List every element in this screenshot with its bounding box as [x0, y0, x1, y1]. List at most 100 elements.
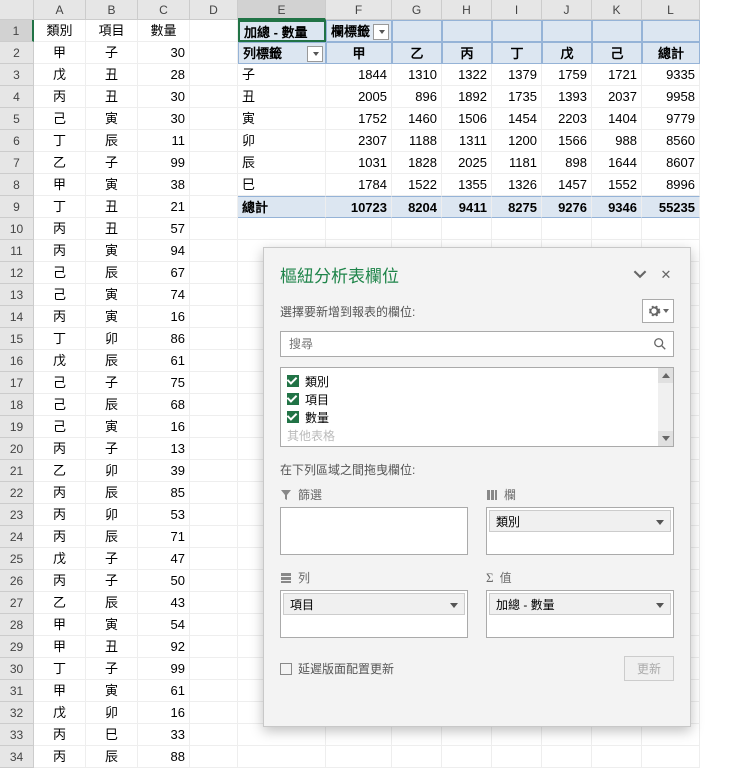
- field-item[interactable]: 項目: [283, 390, 671, 408]
- col-header-a[interactable]: A: [34, 0, 86, 20]
- col-header-d[interactable]: D: [190, 0, 238, 20]
- cell[interactable]: 甲: [34, 680, 86, 702]
- row-header[interactable]: 19: [0, 416, 34, 438]
- pivot-value[interactable]: 1566: [542, 130, 592, 152]
- cell[interactable]: 卯: [86, 328, 138, 350]
- scrollbar[interactable]: [658, 368, 673, 446]
- pivot-grand-total-label[interactable]: 總計: [238, 196, 326, 218]
- pivot-value[interactable]: 1200: [492, 130, 542, 152]
- pivot-col-header[interactable]: 甲: [326, 42, 392, 64]
- pivot-row-key[interactable]: 巳: [238, 174, 326, 196]
- cell[interactable]: 丙: [34, 504, 86, 526]
- cell[interactable]: 子: [86, 658, 138, 680]
- cell[interactable]: 16: [138, 306, 190, 328]
- cell[interactable]: 16: [138, 416, 190, 438]
- cell[interactable]: 94: [138, 240, 190, 262]
- cell[interactable]: [190, 240, 238, 262]
- column-field-item[interactable]: 類別: [489, 510, 671, 532]
- pivot-value[interactable]: 1522: [392, 174, 442, 196]
- cell[interactable]: 丙: [34, 746, 86, 768]
- pivot-value[interactable]: 1379: [492, 64, 542, 86]
- cell[interactable]: 85: [138, 482, 190, 504]
- pivot-grand-total[interactable]: 9411: [442, 196, 492, 218]
- cell[interactable]: 丑: [86, 636, 138, 658]
- cell[interactable]: 71: [138, 526, 190, 548]
- col-header-f[interactable]: F: [326, 0, 392, 20]
- pivot-row-label-dropdown[interactable]: 列標籤: [238, 42, 326, 64]
- pivot-row-total[interactable]: 9958: [642, 86, 700, 108]
- pivot-value[interactable]: 2203: [542, 108, 592, 130]
- row-header[interactable]: 18: [0, 394, 34, 416]
- cell[interactable]: [238, 724, 326, 746]
- cell[interactable]: [190, 460, 238, 482]
- pivot-value[interactable]: 1188: [392, 130, 442, 152]
- cell[interactable]: [190, 592, 238, 614]
- col-header-j[interactable]: J: [542, 0, 592, 20]
- cell[interactable]: 38: [138, 174, 190, 196]
- pivot-value[interactable]: 1326: [492, 174, 542, 196]
- field-item-more[interactable]: 其他表格: [283, 426, 671, 444]
- cell[interactable]: 戊: [34, 702, 86, 724]
- row-header[interactable]: 26: [0, 570, 34, 592]
- search-box[interactable]: [280, 331, 674, 357]
- cell[interactable]: [592, 20, 642, 42]
- pivot-value[interactable]: 2005: [326, 86, 392, 108]
- cell[interactable]: [190, 130, 238, 152]
- value-field-item[interactable]: 加總 - 數量: [489, 593, 671, 615]
- cell[interactable]: 子: [86, 42, 138, 64]
- cell[interactable]: [642, 724, 700, 746]
- cell[interactable]: 丑: [86, 64, 138, 86]
- pivot-value[interactable]: 898: [542, 152, 592, 174]
- cell[interactable]: 丙: [34, 526, 86, 548]
- cell[interactable]: 乙: [34, 592, 86, 614]
- cell[interactable]: [190, 658, 238, 680]
- pivot-row-total[interactable]: 8996: [642, 174, 700, 196]
- cell[interactable]: 寅: [86, 614, 138, 636]
- cell[interactable]: [190, 350, 238, 372]
- cell[interactable]: 辰: [86, 350, 138, 372]
- cell[interactable]: 寅: [86, 284, 138, 306]
- pivot-grand-total[interactable]: 9346: [592, 196, 642, 218]
- cell[interactable]: 子: [86, 372, 138, 394]
- row-header[interactable]: 20: [0, 438, 34, 460]
- cell[interactable]: 丁: [34, 130, 86, 152]
- cell[interactable]: 86: [138, 328, 190, 350]
- cell[interactable]: 卯: [86, 702, 138, 724]
- pivot-col-header[interactable]: 戊: [542, 42, 592, 64]
- cell[interactable]: 寅: [86, 240, 138, 262]
- pivot-value[interactable]: 1454: [492, 108, 542, 130]
- cell[interactable]: [542, 20, 592, 42]
- pivot-value[interactable]: 988: [592, 130, 642, 152]
- cell[interactable]: [326, 724, 392, 746]
- cell[interactable]: 33: [138, 724, 190, 746]
- row-header[interactable]: 4: [0, 86, 34, 108]
- row-header[interactable]: 31: [0, 680, 34, 702]
- cell[interactable]: 寅: [86, 680, 138, 702]
- cell[interactable]: [190, 504, 238, 526]
- cell[interactable]: 丑: [86, 196, 138, 218]
- cell[interactable]: [190, 306, 238, 328]
- cell[interactable]: 53: [138, 504, 190, 526]
- cell[interactable]: 丁: [34, 328, 86, 350]
- pivot-row-total[interactable]: 9335: [642, 64, 700, 86]
- row-header[interactable]: 28: [0, 614, 34, 636]
- pivot-value[interactable]: 1404: [592, 108, 642, 130]
- row-header[interactable]: 2: [0, 42, 34, 64]
- pivot-total-header[interactable]: 總計: [642, 42, 700, 64]
- defer-checkbox[interactable]: [280, 663, 292, 675]
- pivot-row-total[interactable]: 8607: [642, 152, 700, 174]
- pivot-value[interactable]: 1457: [542, 174, 592, 196]
- cell[interactable]: [190, 614, 238, 636]
- cell[interactable]: [190, 262, 238, 284]
- cell[interactable]: 戊: [34, 548, 86, 570]
- pivot-value[interactable]: 2307: [326, 130, 392, 152]
- cell[interactable]: [190, 416, 238, 438]
- cell[interactable]: [492, 218, 542, 240]
- pivot-value[interactable]: 1031: [326, 152, 392, 174]
- cell[interactable]: 28: [138, 64, 190, 86]
- pivot-value[interactable]: 1735: [492, 86, 542, 108]
- cell[interactable]: 16: [138, 702, 190, 724]
- pivot-grand-total[interactable]: 9276: [542, 196, 592, 218]
- cell[interactable]: 卯: [86, 504, 138, 526]
- col-header-e[interactable]: E: [238, 0, 326, 20]
